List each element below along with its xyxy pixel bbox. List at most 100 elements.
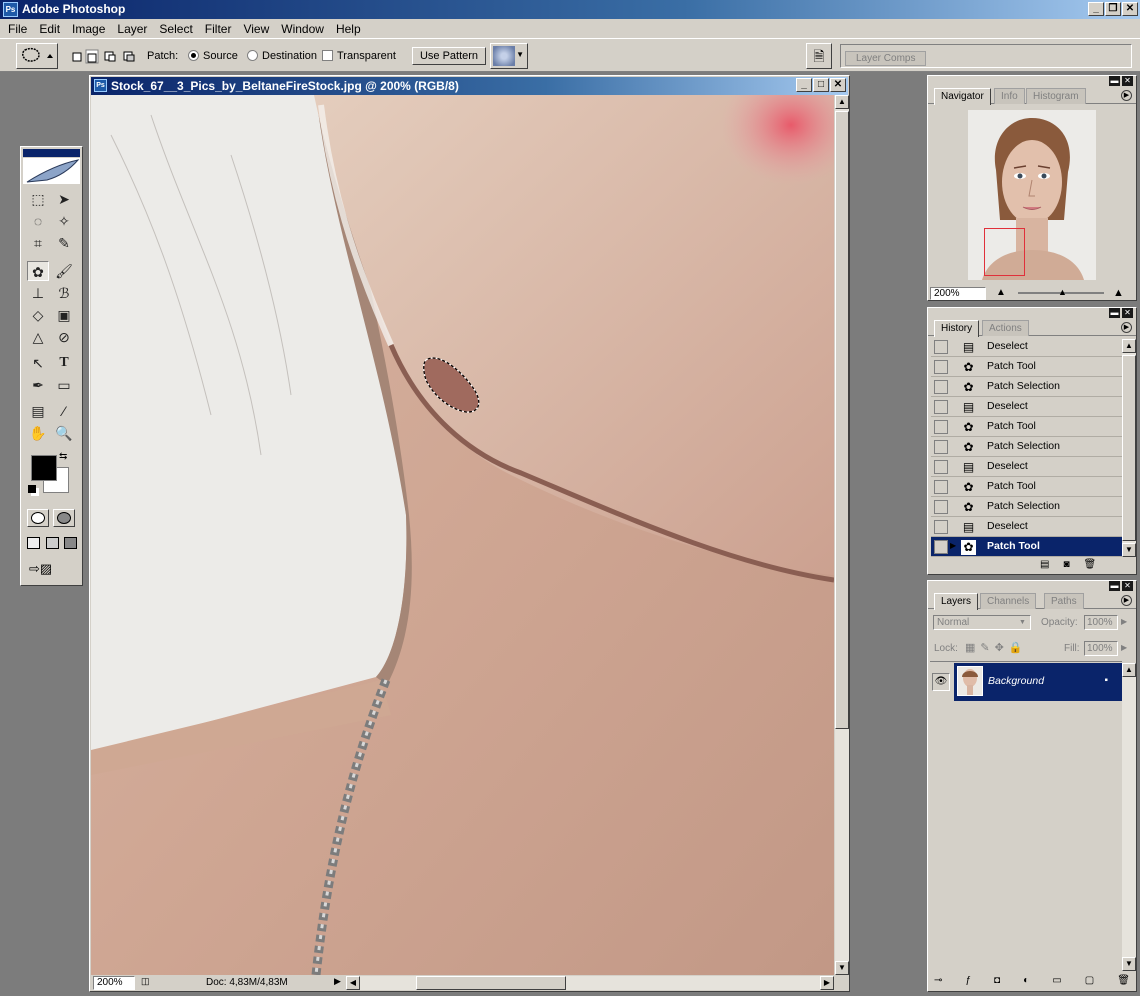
zoom-tool-icon[interactable]: 🔍 [53,423,75,443]
layer-background-selected[interactable]: Background ▪ [954,663,1122,701]
history-item[interactable]: ▤ Deselect [931,517,1122,537]
pen-tool-icon[interactable]: ✒ [27,375,49,395]
document-title-bar[interactable]: Ps Stock_67__3_Pics_by_BeltaneFireStock.… [91,77,848,95]
adjustment-layer-icon[interactable]: ◐ [1023,975,1029,986]
menu-help[interactable]: Help [330,22,367,36]
zoom-field[interactable]: 200% [93,976,135,990]
screen-mode-buttons[interactable] [27,537,77,551]
history-item[interactable]: ✿ Patch Tool [931,357,1122,377]
history-close-icon[interactable]: ✕ [1122,308,1133,318]
navigator-view-box[interactable] [984,228,1025,276]
history-brush-source-checkbox[interactable] [934,400,948,414]
tab-history[interactable]: History [934,320,980,337]
marquee-tool-icon[interactable]: ⬚ [27,189,49,209]
history-scroll-thumb[interactable] [1122,355,1136,541]
history-scroll-up-icon[interactable]: ▲ [1122,339,1136,353]
history-scroll-down-icon[interactable]: ▼ [1122,543,1136,557]
restore-button[interactable]: ❐ [1105,2,1121,16]
history-item[interactable]: ✿ Patch Tool [931,477,1122,497]
history-brush-source-checkbox[interactable] [934,460,948,474]
blur-tool-icon[interactable]: △ [27,327,49,347]
delete-state-icon[interactable]: 🗑 [1084,559,1097,570]
delete-layer-icon[interactable]: 🗑 [1117,975,1130,986]
jump-to-imageready-icon[interactable]: ⇨▨ [29,561,73,579]
history-item[interactable]: ✿ Patch Selection [931,437,1122,457]
history-brush-source-checkbox[interactable] [934,360,948,374]
scroll-thumb[interactable] [835,111,849,729]
h-scroll-thumb[interactable] [416,976,566,990]
source-radio-indicator[interactable] [188,50,199,61]
history-brush-source-checkbox[interactable] [934,440,948,454]
navigator-zoom-field[interactable]: 200% [930,287,986,300]
source-radio[interactable]: Source [188,50,238,62]
layers-menu-icon[interactable]: ▶ [1121,595,1132,606]
history-brush-source-checkbox[interactable] [934,540,948,554]
file-browser-button[interactable]: 🗎 [806,43,832,69]
menu-view[interactable]: View [237,22,275,36]
doc-close-button[interactable]: ✕ [830,78,846,92]
layer-style-icon[interactable]: ƒ [965,975,971,986]
document-vertical-scrollbar[interactable]: ▲ ▼ [835,95,849,975]
history-brush-source-checkbox[interactable] [934,420,948,434]
pattern-picker[interactable]: ▼ [490,43,528,69]
default-colors-icon[interactable] [28,485,36,493]
tab-paths[interactable]: Paths [1044,593,1084,609]
history-scrollbar[interactable]: ▲ ▼ [1122,339,1136,557]
new-layer-icon[interactable]: ▢ [1085,975,1094,986]
screen-mode-full-icon[interactable] [64,537,77,549]
dodge-tool-icon[interactable]: ⊘ [53,327,75,347]
scroll-down-icon[interactable]: ▼ [835,961,849,975]
history-menu-icon[interactable]: ▶ [1121,322,1132,333]
slice-tool-icon[interactable]: ✎ [53,233,75,253]
eyedropper-icon[interactable]: ⁄ [53,401,75,421]
history-brush-source-checkbox[interactable] [934,520,948,534]
transparent-checkbox[interactable]: Transparent [322,50,396,62]
opacity-arrow-icon[interactable]: ▶ [1121,617,1127,626]
zoom-slider-thumb-icon[interactable]: ▲ [1058,287,1067,297]
patch-tool-icon[interactable]: ✿ [27,261,49,281]
tab-info[interactable]: Info [994,88,1025,104]
new-group-icon[interactable]: ▭ [1052,975,1061,986]
layers-close-icon[interactable]: ✕ [1122,581,1133,591]
tab-navigator[interactable]: Navigator [934,88,991,105]
history-brush-icon[interactable]: ℬ [53,283,75,303]
destination-radio-indicator[interactable] [247,50,258,61]
opacity-field[interactable]: 100% [1084,615,1118,630]
lock-position-icon[interactable]: ✥ [995,641,1004,654]
navigator-close-icon[interactable]: ✕ [1122,76,1133,86]
image-canvas[interactable] [91,95,834,975]
screen-mode-menu-icon[interactable] [45,537,59,549]
layers-scroll-down-icon[interactable]: ▼ [1122,957,1136,971]
layers-scroll-up-icon[interactable]: ▲ [1122,663,1136,677]
toolbox-title-bar[interactable] [23,149,80,157]
document-horizontal-scrollbar[interactable]: ◀ ▶ [346,976,834,990]
tab-histogram[interactable]: Histogram [1026,88,1086,104]
minimize-button[interactable]: _ [1088,2,1104,16]
new-document-from-state-icon[interactable]: ▤ [1040,559,1049,570]
scroll-left-icon[interactable]: ◀ [346,976,360,990]
status-arrow-icon[interactable]: ▶ [334,976,341,987]
screen-mode-standard-icon[interactable] [27,537,40,549]
clone-stamp-icon[interactable]: ⊥ [27,283,49,303]
history-brush-source-checkbox[interactable] [934,380,948,394]
hand-tool-icon[interactable]: ✋ [27,423,49,443]
zoom-out-icon[interactable]: ▲ [996,287,1006,298]
type-tool-icon[interactable]: T [53,353,75,373]
blend-mode-select[interactable]: Normal ▼ [933,615,1031,630]
history-item[interactable]: ▤ Deselect [931,397,1122,417]
transparent-checkbox-box[interactable] [322,50,333,61]
menu-filter[interactable]: Filter [199,22,238,36]
gradient-tool-icon[interactable]: ▣ [53,305,75,325]
history-item[interactable]: ▤ Deselect [931,337,1122,357]
new-snapshot-icon[interactable]: ◙ [1063,559,1069,570]
navigator-minimize-icon[interactable]: ▬ [1109,76,1120,86]
fill-arrow-icon[interactable]: ▶ [1121,643,1127,652]
shape-tool-icon[interactable]: ▭ [53,375,75,395]
menu-window[interactable]: Window [275,22,330,36]
notes-tool-icon[interactable]: ▤ [27,401,49,421]
menu-edit[interactable]: Edit [33,22,66,36]
history-item-current[interactable]: ✿ Patch Tool ▶ [931,537,1122,557]
status-menu-icon[interactable]: ◫ [141,976,157,990]
history-brush-source-checkbox[interactable] [934,500,948,514]
lock-image-icon[interactable]: ✎ [980,641,989,654]
